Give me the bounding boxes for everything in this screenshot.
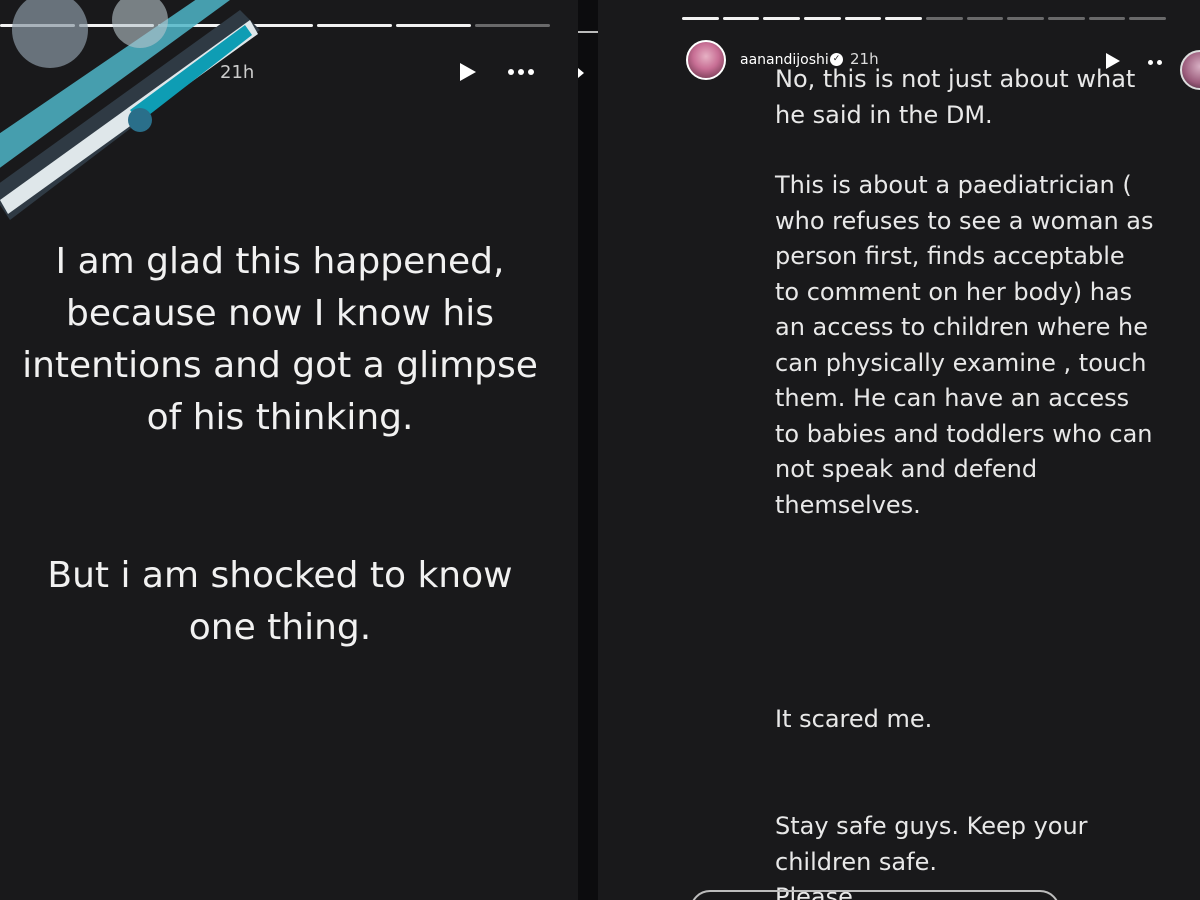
- progress-segment: [1088, 17, 1126, 20]
- sticker-decoration: [0, 0, 260, 220]
- progress-segment-edge: [578, 31, 598, 33]
- progress-segment: [395, 24, 471, 27]
- progress-segment: [804, 17, 841, 20]
- story-text-paragraph: It scared me.: [775, 705, 933, 733]
- previous-story-icon[interactable]: [578, 68, 584, 78]
- progress-segment: [682, 17, 719, 20]
- story-text-paragraph: This is about a paediatrician ( who refu…: [775, 171, 1154, 519]
- progress-segment: [926, 17, 963, 20]
- progress-segment: [1007, 17, 1045, 20]
- story-text-paragraph: I am glad this happened, because now I k…: [22, 241, 538, 438]
- progress-segment: [722, 17, 760, 20]
- more-options-icon[interactable]: [508, 69, 534, 75]
- reply-input[interactable]: [690, 890, 1060, 900]
- progress-segment: [844, 17, 882, 20]
- story-time: 21h: [220, 62, 255, 83]
- progress-segment: [763, 17, 801, 20]
- progress-segment: [885, 17, 923, 20]
- progress-segment: [316, 24, 392, 27]
- next-story-avatar[interactable]: [1180, 50, 1200, 90]
- story-progress-bar: [682, 17, 1167, 20]
- panel-divider: [578, 0, 598, 900]
- progress-segment: [474, 24, 550, 27]
- story-text-paragraph: Stay safe guys. Keep your children safe.: [775, 812, 1088, 876]
- right-story-panel[interactable]: aanandijoshi ✓ 21h No, this is not just …: [598, 0, 1200, 900]
- avatar[interactable]: [686, 40, 726, 80]
- progress-segment: [1048, 17, 1085, 20]
- progress-segment: [966, 17, 1004, 20]
- story-text-paragraph: But i am shocked to know one thing.: [47, 555, 513, 648]
- play-icon[interactable]: [460, 63, 476, 81]
- story-text-paragraph: No, this is not just about what he said …: [775, 65, 1136, 129]
- progress-segment: [1129, 17, 1167, 20]
- left-story-panel[interactable]: 21h I am glad this happened, because now…: [0, 0, 578, 900]
